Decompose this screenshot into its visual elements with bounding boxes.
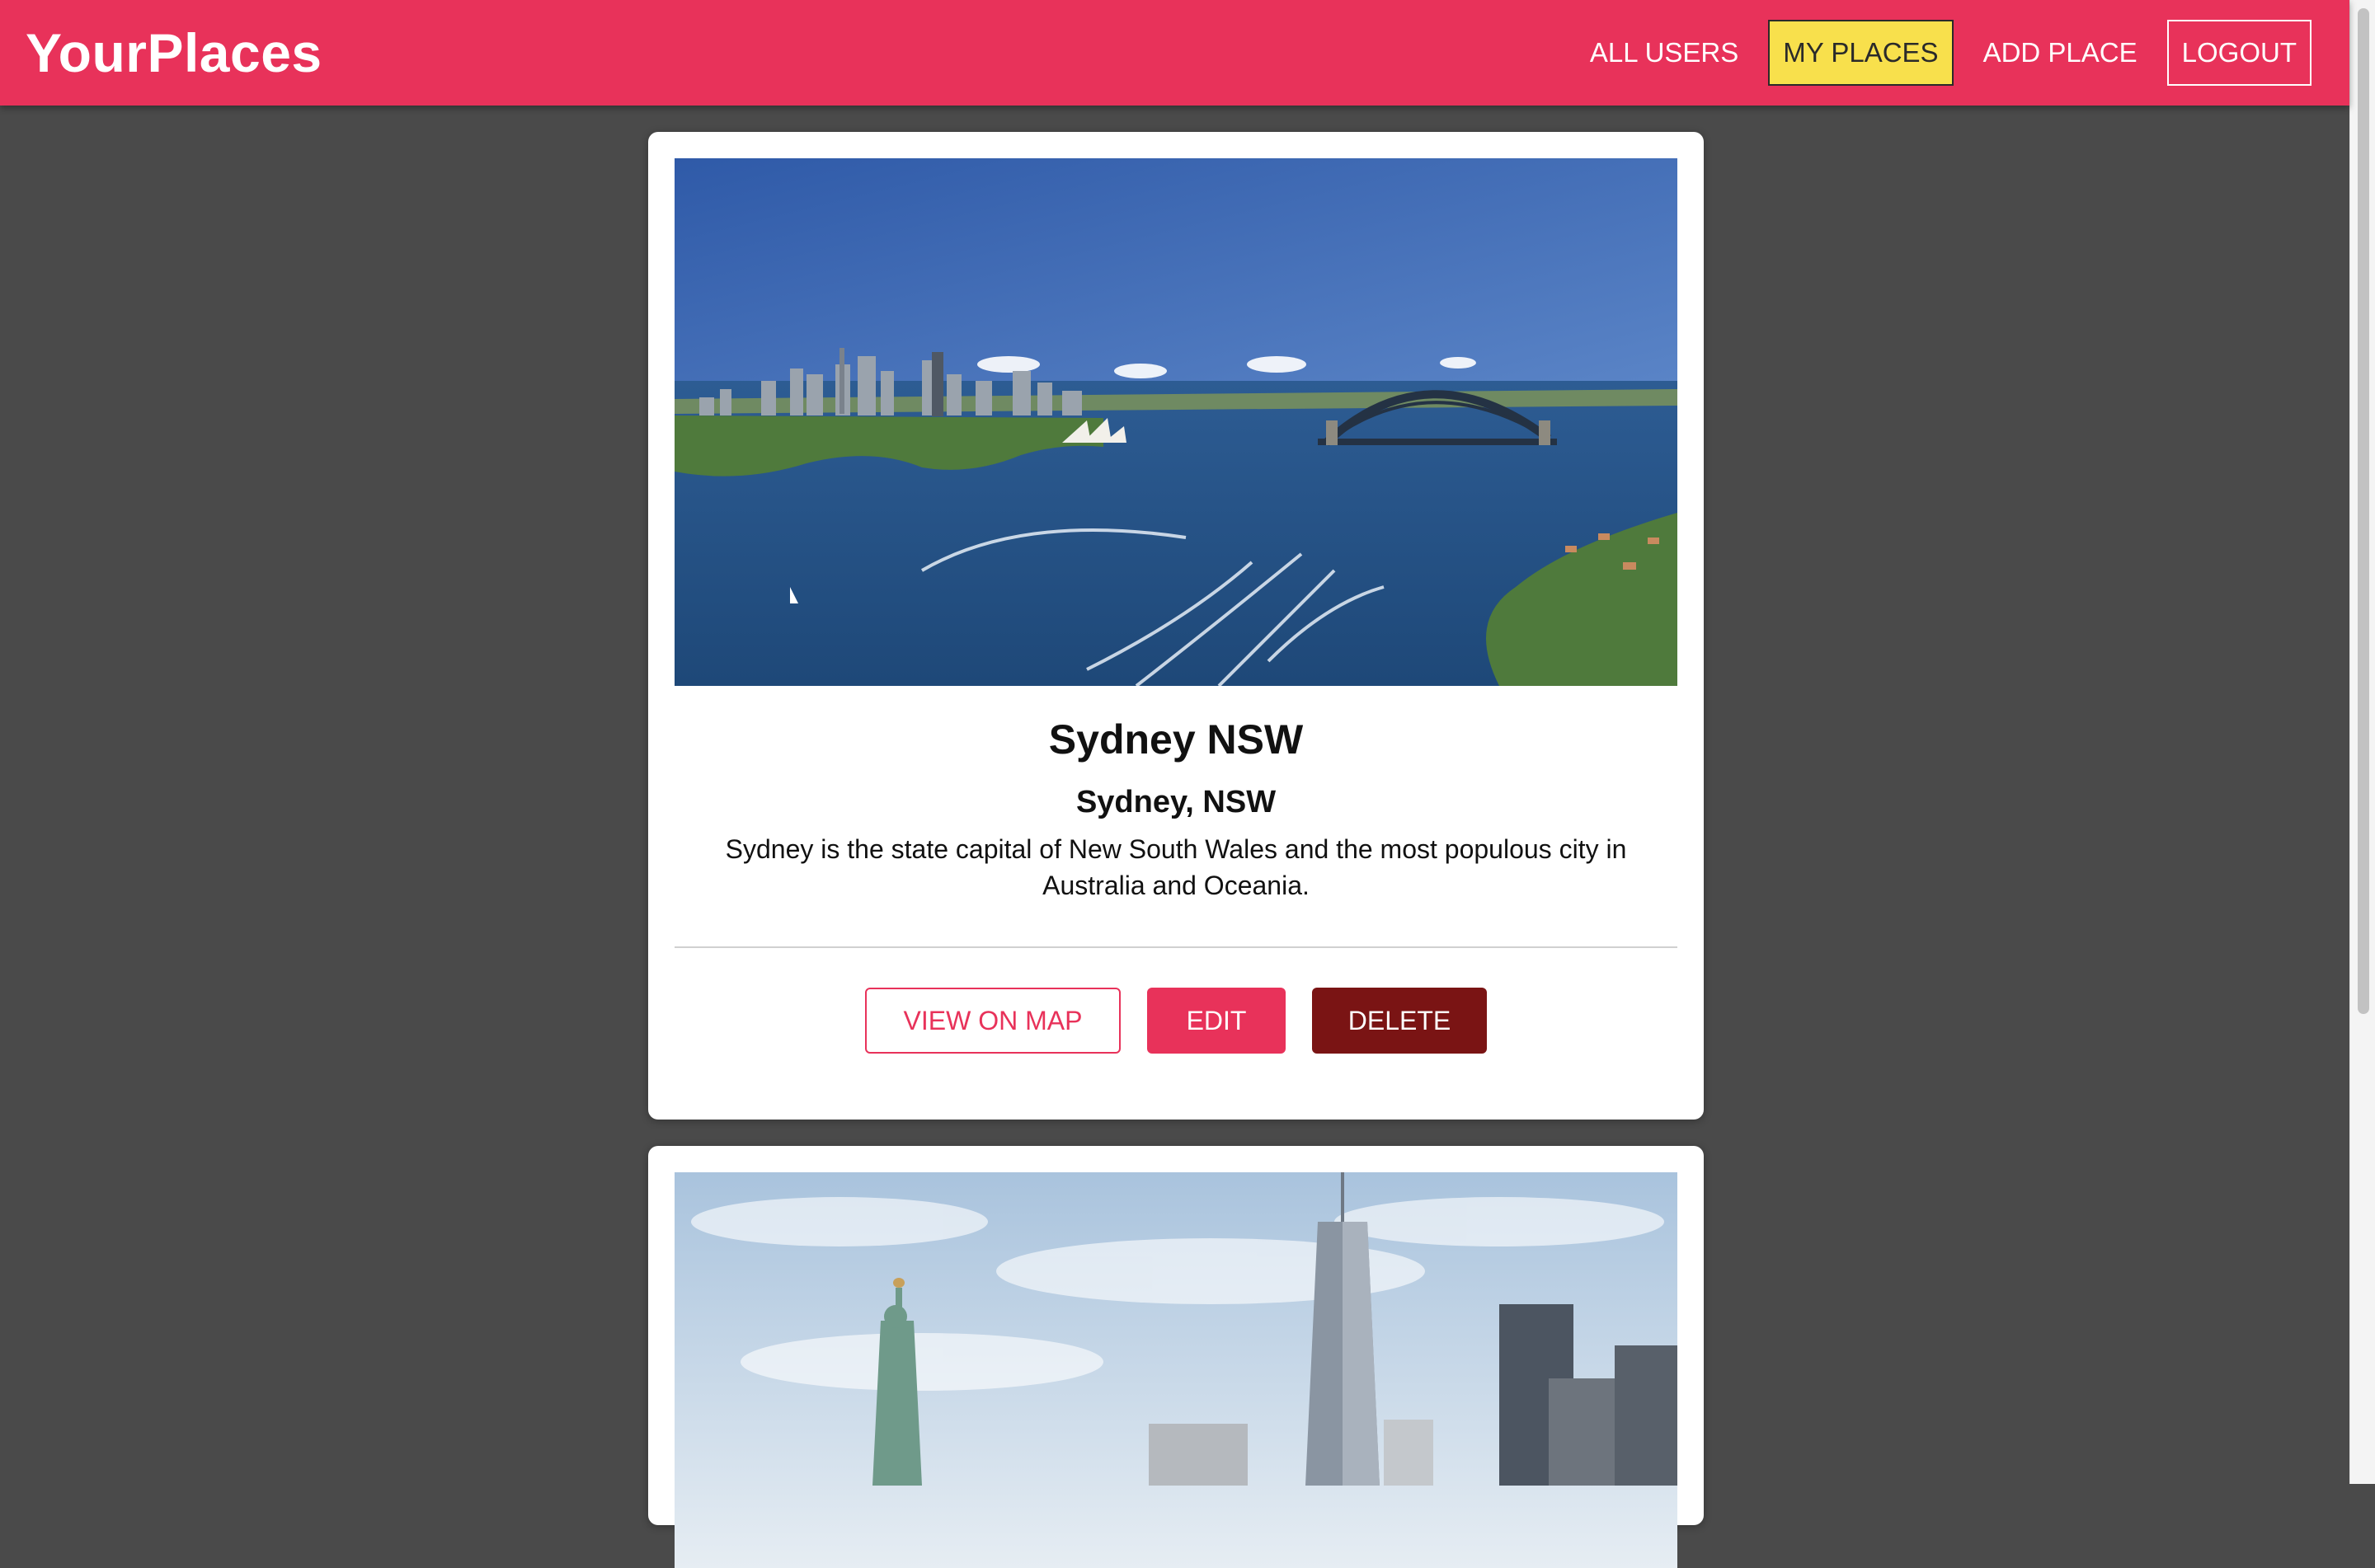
card-divider [675,946,1677,948]
main-header: YourPlaces ALL USERS MY PLACES ADD PLACE… [0,0,2349,106]
nav-all-users[interactable]: ALL USERS [1575,20,1753,86]
page-scrollbar[interactable] [2349,0,2375,1484]
edit-button[interactable]: EDIT [1147,988,1286,1054]
view-on-map-button[interactable]: VIEW ON MAP [865,988,1121,1054]
place-description: Sydney is the state capital of New South… [725,834,1627,900]
place-card [648,1146,1704,1568]
main-nav: ALL USERS MY PLACES ADD PLACE LOGOUT [1560,20,2312,86]
nav-logout[interactable]: LOGOUT [2166,20,2312,86]
place-card: Sydney NSW Sydney, NSW Sydney is the sta… [648,132,1704,1120]
place-title: Sydney NSW [1048,716,1304,763]
place-address: Sydney, NSW [1075,785,1277,819]
scrollbar-thumb[interactable] [2358,8,2369,1014]
place-image [675,158,1677,686]
sydney-harbour-photo [675,158,1677,686]
nav-my-places[interactable]: MY PLACES [1768,20,1954,86]
delete-button[interactable]: DELETE [1312,988,1487,1054]
place-actions: VIEW ON MAP EDIT DELETE [648,988,1704,1054]
new-york-skyline-photo [675,1172,1677,1568]
place-image [675,1172,1677,1568]
nav-add-place[interactable]: ADD PLACE [1968,20,2152,86]
app-logo[interactable]: YourPlaces [26,18,322,87]
